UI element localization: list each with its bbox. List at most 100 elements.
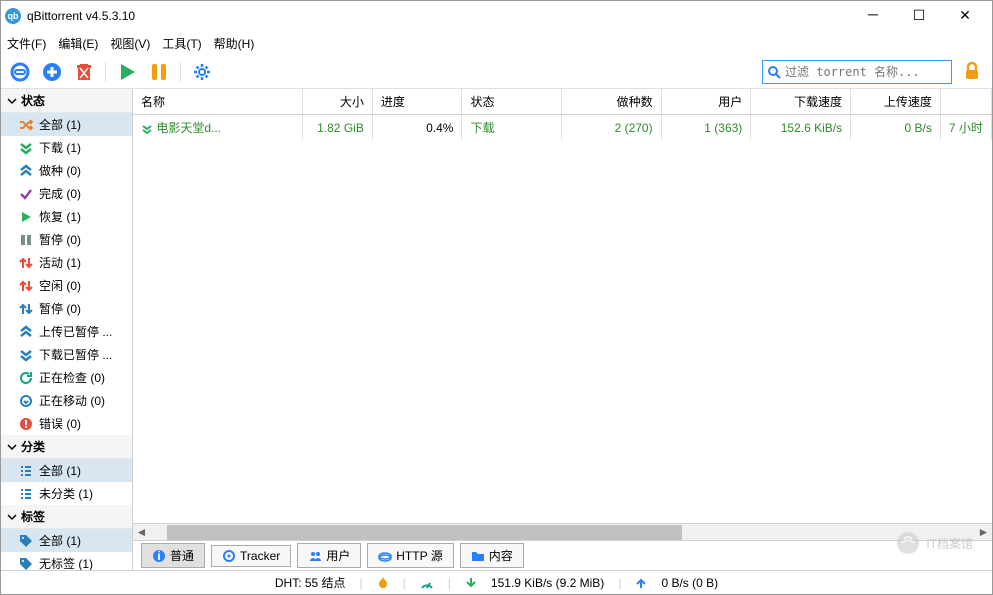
svg-text:i: i xyxy=(157,549,160,563)
download-icon xyxy=(465,577,477,589)
maximize-button[interactable]: ☐ xyxy=(896,1,942,31)
toolbar xyxy=(1,55,992,89)
circle-arrow-icon xyxy=(19,394,33,408)
double-up-icon xyxy=(19,325,33,339)
sidebar-item-label: 正在移动 (0) xyxy=(39,392,105,409)
tag-icon xyxy=(19,534,33,548)
col-size[interactable]: 大小 xyxy=(302,89,372,115)
add-torrent-button[interactable] xyxy=(41,61,63,83)
sidebar-item-label: 活动 (1) xyxy=(39,254,81,271)
col-upspeed[interactable]: 上传速度 xyxy=(851,89,941,115)
tab-tracker[interactable]: Tracker xyxy=(211,545,291,567)
cell-dlspeed: 152.6 KiB/s xyxy=(751,115,851,141)
downloading-icon xyxy=(141,123,153,135)
detail-tabs: i普通 Tracker 用户 HTTP 源 内容 xyxy=(133,540,992,570)
up-speed-status: 0 B/s (0 B) xyxy=(661,576,718,590)
refresh-icon xyxy=(19,371,33,385)
double-up-icon xyxy=(19,164,33,178)
sidebar-item-label: 错误 (0) xyxy=(39,415,81,432)
lock-button[interactable] xyxy=(962,61,984,83)
search-box[interactable] xyxy=(762,60,952,84)
sidebar-status-item-6[interactable]: 活动 (1) xyxy=(1,251,132,274)
close-button[interactable]: ✕ xyxy=(942,1,988,31)
menu-edit[interactable]: 编辑(E) xyxy=(58,35,98,52)
sidebar-status-item-10[interactable]: 下载已暂停 ... xyxy=(1,343,132,366)
play-icon xyxy=(19,210,33,224)
tab-general[interactable]: i普通 xyxy=(141,543,205,568)
col-dlspeed[interactable]: 下载速度 xyxy=(751,89,851,115)
updown-icon xyxy=(19,256,33,270)
menu-help[interactable]: 帮助(H) xyxy=(214,35,255,52)
sidebar-tag-item-1[interactable]: 无标签 (1) xyxy=(1,552,132,570)
tab-http[interactable]: HTTP 源 xyxy=(367,543,453,568)
sidebar-tag-header[interactable]: 标签 xyxy=(1,505,132,529)
http-icon xyxy=(378,549,392,563)
menu-file[interactable]: 文件(F) xyxy=(7,35,46,52)
double-down-icon xyxy=(19,141,33,155)
col-peers[interactable]: 用户 xyxy=(661,89,751,115)
info-icon: i xyxy=(152,549,166,563)
add-link-button[interactable] xyxy=(9,61,31,83)
sidebar-status-item-5[interactable]: 暂停 (0) xyxy=(1,228,132,251)
resume-button[interactable] xyxy=(116,61,138,83)
sidebar-status-item-3[interactable]: 完成 (0) xyxy=(1,182,132,205)
horizontal-scrollbar[interactable]: ◄ ► xyxy=(133,523,992,540)
sidebar-item-label: 暂停 (0) xyxy=(39,231,81,248)
col-eta[interactable] xyxy=(940,89,991,115)
list-icon xyxy=(19,487,33,501)
menu-view[interactable]: 视图(V) xyxy=(110,35,150,52)
tab-content[interactable]: 内容 xyxy=(460,543,524,568)
statusbar: DHT: 55 结点 | | | 151.9 KiB/s (9.2 MiB) |… xyxy=(1,570,992,594)
menu-tools[interactable]: 工具(T) xyxy=(162,35,201,52)
sidebar-category-item-0[interactable]: 全部 (1) xyxy=(1,459,132,482)
cell-peers: 1 (363) xyxy=(661,115,751,141)
sidebar-status-item-7[interactable]: 空闲 (0) xyxy=(1,274,132,297)
col-progress[interactable]: 进度 xyxy=(372,89,462,115)
sidebar-status-item-11[interactable]: 正在检查 (0) xyxy=(1,366,132,389)
sidebar-item-label: 正在检查 (0) xyxy=(39,369,105,386)
updown-icon xyxy=(19,279,33,293)
speed-icon xyxy=(420,576,434,590)
peers-icon xyxy=(308,549,322,563)
torrent-table[interactable]: 名称 大小 进度 状态 做种数 用户 下载速度 上传速度 电影天堂d... 1.… xyxy=(133,89,992,523)
sidebar-status-item-9[interactable]: 上传已暂停 ... xyxy=(1,320,132,343)
titlebar: qb qBittorrent v4.5.3.10 ─ ☐ ✕ xyxy=(1,1,992,31)
tab-peers[interactable]: 用户 xyxy=(297,543,361,568)
sidebar-status-item-2[interactable]: 做种 (0) xyxy=(1,159,132,182)
pause-icon xyxy=(19,233,33,247)
check-icon xyxy=(19,187,33,201)
sidebar-item-label: 做种 (0) xyxy=(39,162,81,179)
content-area: 名称 大小 进度 状态 做种数 用户 下载速度 上传速度 电影天堂d... 1.… xyxy=(133,89,992,570)
sidebar-status-item-4[interactable]: 恢复 (1) xyxy=(1,205,132,228)
watermark: IT档案馆 xyxy=(896,531,973,555)
search-input[interactable] xyxy=(785,65,947,79)
delete-button[interactable] xyxy=(73,61,95,83)
sidebar-category-header[interactable]: 分类 xyxy=(1,435,132,459)
sidebar-item-label: 上传已暂停 ... xyxy=(39,323,112,340)
sidebar-category-item-1[interactable]: 未分类 (1) xyxy=(1,482,132,505)
menubar: 文件(F) 编辑(E) 视图(V) 工具(T) 帮助(H) xyxy=(1,31,992,55)
sidebar-status-header[interactable]: 状态 xyxy=(1,89,132,113)
cell-upspeed: 0 B/s xyxy=(851,115,941,141)
sidebar-tag-item-0[interactable]: 全部 (1) xyxy=(1,529,132,552)
settings-button[interactable] xyxy=(191,61,213,83)
sidebar: 状态 全部 (1)下载 (1)做种 (0)完成 (0)恢复 (1)暂停 (0)活… xyxy=(1,89,133,570)
sidebar-status-item-0[interactable]: 全部 (1) xyxy=(1,113,132,136)
separator xyxy=(180,62,181,82)
shuffle-icon xyxy=(19,118,33,132)
minimize-button[interactable]: ─ xyxy=(850,1,896,31)
alert-icon xyxy=(19,417,33,431)
list-icon xyxy=(19,464,33,478)
col-seeds[interactable]: 做种数 xyxy=(561,89,661,115)
sidebar-status-item-1[interactable]: 下载 (1) xyxy=(1,136,132,159)
sidebar-item-label: 恢复 (1) xyxy=(39,208,81,225)
sidebar-status-item-8[interactable]: 暂停 (0) xyxy=(1,297,132,320)
pause-button[interactable] xyxy=(148,61,170,83)
sidebar-status-item-12[interactable]: 正在移动 (0) xyxy=(1,389,132,412)
table-row[interactable]: 电影天堂d... 1.82 GiB 0.4% 下载 2 (270) 1 (363… xyxy=(133,115,992,141)
sidebar-status-item-13[interactable]: 错误 (0) xyxy=(1,412,132,435)
col-name[interactable]: 名称 xyxy=(133,89,302,115)
col-status[interactable]: 状态 xyxy=(462,89,562,115)
search-icon xyxy=(767,65,781,79)
chevron-down-icon xyxy=(7,512,17,522)
